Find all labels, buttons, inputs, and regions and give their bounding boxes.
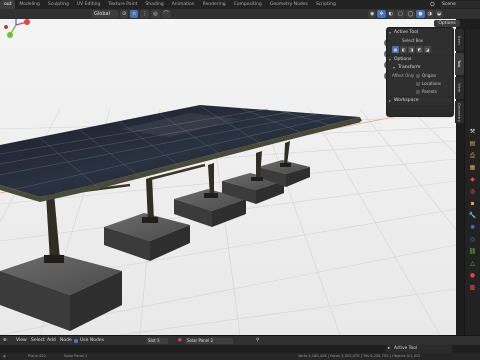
xray-icon[interactable]: ▢ — [395, 10, 405, 18]
sidebar-tab-view[interactable]: View — [455, 77, 464, 99]
chevron-right-icon: ▸ — [388, 346, 391, 351]
snap-magnet-icon[interactable]: ∩ — [130, 10, 139, 18]
cursor-icon: ◈ — [3, 354, 6, 358]
options-header[interactable]: ▾ Options — [388, 56, 452, 64]
properties-editor-tabs: ⚒ ▤ ⎙ ▦ ◆ ◍ ▪ 🔧 ✺ ◎ ⛓ △ ● ▩ — [464, 29, 480, 335]
viewport-header: Global ⊙ ∩ ⋮ ◎ ⌒ ◉ ✥ ◐ ▢ ◯ ● ◑ ◒ — [0, 9, 480, 19]
sidebar-tabs: Item Tool View Geometry — [455, 29, 464, 129]
chevron-down-icon: ▾ — [389, 30, 392, 35]
visibility-icon[interactable]: ◉ — [368, 10, 377, 18]
transform-controls: Global ⊙ ∩ ⋮ ◎ ⌒ — [92, 10, 171, 18]
origins-checkbox[interactable] — [416, 74, 420, 78]
transform-orientation-dropdown[interactable]: Global — [92, 10, 118, 18]
scene-properties-icon[interactable]: ◆ — [468, 175, 477, 184]
select-invert-icon[interactable]: ◩ — [416, 46, 423, 53]
select-mode-icons: ▣ ◧ ◨ ◩ ◪ — [388, 45, 452, 55]
object-properties-icon[interactable]: ▪ — [468, 199, 477, 208]
parents-label: Parents — [422, 89, 437, 94]
render-properties-icon[interactable]: ▤ — [468, 139, 477, 148]
workspace-tab-texture-paint[interactable]: Texture Paint — [104, 0, 141, 9]
options-dropdown[interactable]: Options — [434, 20, 460, 27]
affect-only-label: Affect Only — [392, 73, 415, 78]
data-properties-icon[interactable]: △ — [468, 259, 477, 268]
locations-row: Locations — [388, 80, 452, 88]
locations-label: Locations — [422, 81, 442, 86]
sidebar-tool-panel: ▾ Active Tool Select Box ▣ ◧ ◨ ◩ ◪ ▾ Opt… — [386, 27, 454, 117]
locations-checkbox[interactable] — [416, 82, 420, 86]
parents-checkbox[interactable] — [416, 90, 420, 94]
gizmo-toggle-icon[interactable]: ✥ — [377, 10, 386, 18]
material-properties-icon[interactable]: ● — [468, 271, 477, 280]
shading-wireframe-icon[interactable]: ◯ — [405, 10, 416, 18]
parents-row: Parents — [388, 88, 452, 96]
constraints-properties-icon[interactable]: ⛓ — [468, 247, 477, 256]
shading-material-icon[interactable]: ◑ — [425, 10, 435, 18]
tool-properties-icon[interactable]: ⚒ — [468, 127, 477, 136]
texture-properties-icon[interactable]: ▩ — [468, 283, 477, 292]
chevron-down-icon: ▾ — [393, 65, 396, 70]
chevron-right-icon: ▸ — [389, 98, 392, 103]
workspace-tab-bar: out Modeling Sculpting UV Editing Textur… — [0, 0, 480, 9]
use-nodes-checkbox[interactable] — [74, 339, 78, 343]
material-slot-dropdown[interactable]: Slot 3 — [146, 338, 168, 344]
status-bar: ◈ Plane.422 Solar Panel 2 Verts 5,180,42… — [0, 353, 480, 360]
gizmo-y-axis — [7, 32, 13, 38]
shader-editor-header: ⊕ View Select Add Node Use Nodes Slot 3 … — [0, 335, 480, 345]
active-tool-section: ▾ Active Tool Select Box ▣ ◧ ◨ ◩ ◪ — [388, 29, 452, 55]
select-box-icon[interactable]: ▣ — [392, 46, 399, 53]
falloff-icon[interactable]: ⌒ — [161, 10, 171, 18]
workspace-section: ▸ Workspace — [388, 97, 452, 105]
workspace-tab-rendering[interactable]: Rendering — [199, 0, 230, 9]
workspace-tab-modeling[interactable]: Modeling — [15, 0, 43, 9]
scene-selector[interactable]: Scene — [440, 1, 480, 8]
sidebar-tab-item[interactable]: Item — [455, 29, 464, 51]
workspace-tab-geometry-nodes[interactable]: Geometry Nodes — [266, 0, 312, 9]
workspace-header[interactable]: ▸ Workspace — [388, 97, 452, 105]
workspace-tab-sculpting[interactable]: Sculpting — [44, 0, 73, 9]
select-subtract-icon[interactable]: ◨ — [408, 46, 415, 53]
pivot-point-icon[interactable]: ⊙ — [120, 10, 129, 18]
gizmo-neg-x-axis — [4, 25, 8, 29]
workspace-tab-compositing[interactable]: Compositing — [230, 0, 266, 9]
scene-statistics: Verts 5,180,426 | Faces 3,552,476 | Tris… — [298, 354, 421, 358]
particles-properties-icon[interactable]: ✺ — [468, 223, 477, 232]
select-extend-icon[interactable]: ◧ — [400, 46, 407, 53]
output-properties-icon[interactable]: ⎙ — [468, 151, 477, 160]
active-material-status: Solar Panel 2 — [64, 354, 88, 358]
options-section: ▾ Options ▾ Transform Affect Only Origin… — [388, 56, 452, 96]
active-object-status: Plane.422 — [28, 354, 46, 358]
viewport-display-controls: ◉ ✥ ◐ ▢ ◯ ● ◑ ◒ — [368, 10, 444, 18]
affect-only-origins-row: Affect Only Origins — [388, 72, 452, 80]
workspace-tab-scripting[interactable]: Scripting — [312, 0, 340, 9]
shading-rendered-icon[interactable]: ◒ — [435, 10, 444, 18]
node-active-tool-tab[interactable]: ▸ Active Tool — [386, 345, 452, 353]
world-properties-icon[interactable]: ◍ — [468, 187, 477, 196]
active-tool-name: Select Box — [402, 38, 424, 43]
workspace-tab-layout[interactable]: out — [0, 0, 16, 9]
transform-subheader[interactable]: ▾ Transform — [388, 64, 452, 72]
active-object-label: Object — [1, 20, 16, 25]
proportional-editing-icon[interactable]: ◎ — [151, 10, 160, 18]
origins-label: Origins — [422, 73, 437, 78]
workspace-tab-uv-editing[interactable]: UV Editing — [73, 0, 104, 9]
active-tool-name-row: Select Box — [388, 37, 452, 45]
shading-solid-icon[interactable]: ● — [416, 10, 425, 18]
snap-target-icon[interactable]: ⋮ — [140, 10, 150, 18]
active-tool-header[interactable]: ▾ Active Tool — [388, 29, 452, 37]
scene-icon[interactable]: ⛭ — [430, 1, 437, 8]
view-layer-properties-icon[interactable]: ▦ — [468, 163, 477, 172]
workspace-tab-animation[interactable]: Animation — [168, 0, 199, 9]
overlays-icon[interactable]: ◐ — [386, 10, 395, 18]
select-intersect-icon[interactable]: ◪ — [424, 46, 431, 53]
chevron-down-icon: ▾ — [389, 57, 392, 62]
workspace-tab-shading[interactable]: Shading — [141, 0, 167, 9]
sidebar-tab-geometry[interactable]: Geometry — [455, 101, 464, 123]
sidebar-tab-tool[interactable]: Tool — [455, 53, 464, 75]
physics-properties-icon[interactable]: ◎ — [468, 235, 477, 244]
gizmo-x-axis — [24, 19, 30, 25]
material-name-field[interactable]: Solar Panel 2 — [185, 338, 233, 344]
modifier-properties-icon[interactable]: 🔧 — [468, 211, 477, 220]
